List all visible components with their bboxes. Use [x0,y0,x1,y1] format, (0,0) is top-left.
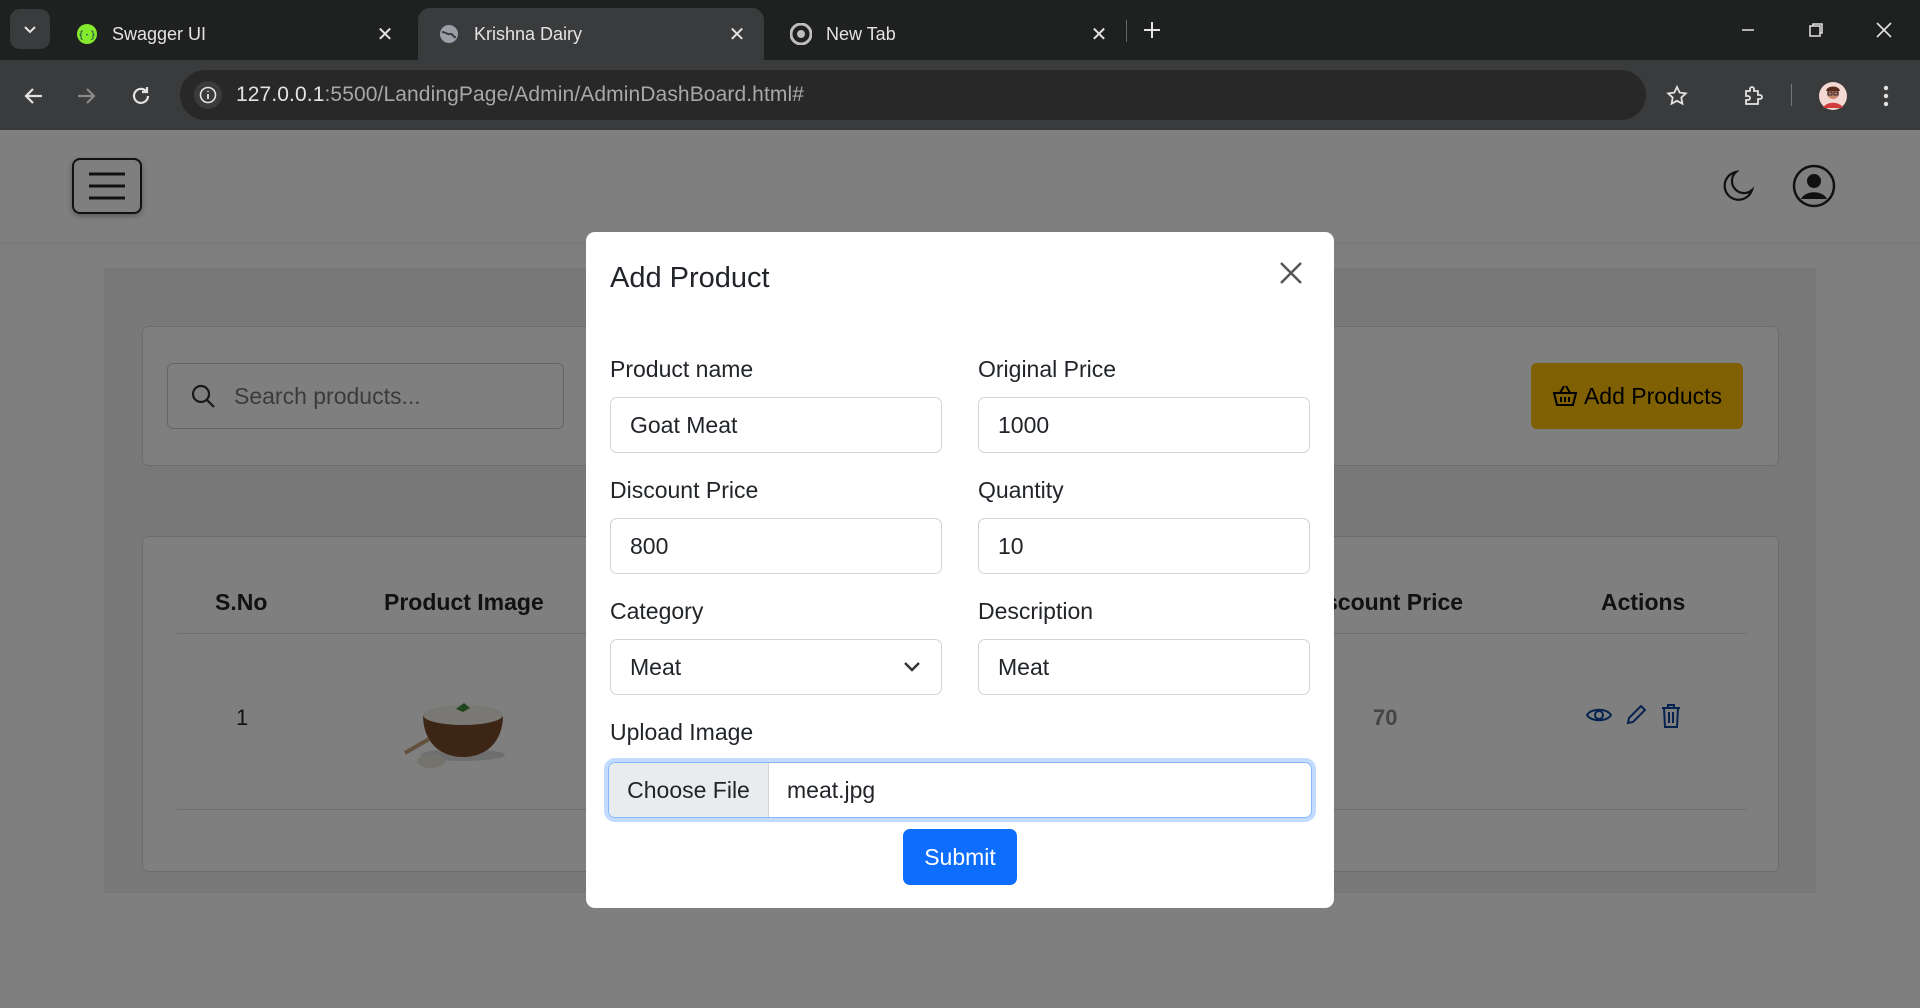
discount-price-label: Discount Price [610,477,759,503]
extensions-button[interactable] [1733,76,1773,116]
restore-icon [1809,23,1823,37]
close-tab-icon[interactable]: ✕ [726,23,748,46]
submit-button[interactable]: Submit [903,829,1017,885]
browser-toolbar: 127.0.0.1:5500/LandingPage/Admin/AdminDa… [0,60,1920,130]
quantity-input[interactable]: 10 [978,518,1310,574]
arrow-right-icon [78,88,96,104]
address-bar[interactable]: 127.0.0.1:5500/LandingPage/Admin/AdminDa… [180,70,1646,120]
kebab-menu-icon [1883,85,1889,107]
reload-button[interactable] [121,76,161,116]
restore-button[interactable] [1782,0,1850,60]
back-button[interactable] [14,76,54,116]
upload-image-label: Upload Image [610,719,754,745]
chevron-down-icon [904,662,920,672]
browser-tab-bar: {·} Swagger UI ✕ Krishna Dairy ✕ New Tab… [0,0,1920,60]
forward-button[interactable] [66,76,106,116]
bookmark-button[interactable] [1657,76,1697,116]
discount-price-input[interactable]: 800 [610,518,942,574]
original-price-label: Original Price [978,356,1117,382]
description-label: Description [978,598,1094,624]
svg-text:{·}: {·} [78,30,96,41]
minimize-icon [1742,29,1754,31]
new-tab-button[interactable] [1136,12,1168,48]
globe-icon [438,23,460,45]
profile-avatar-icon [1819,82,1847,110]
puzzle-icon [1745,86,1763,105]
add-product-modal: Add Product Product name Goat Meat Origi… [586,232,1334,908]
plus-icon [1144,22,1160,38]
product-name-label: Product name [610,356,754,382]
tab-new-tab[interactable]: New Tab ✕ [770,8,1126,60]
category-label: Category [610,598,704,624]
toolbar-divider [1791,84,1792,106]
choose-file-button[interactable]: Choose File [609,763,769,817]
site-info-icon[interactable] [194,81,222,109]
selected-file-name: meat.jpg [787,776,876,803]
tab-divider [1126,20,1127,42]
star-icon [1666,84,1688,106]
chrome-icon [790,23,812,45]
modal-title: Add Product [610,262,770,294]
minimize-button[interactable] [1714,0,1782,60]
original-price-input[interactable]: 1000 [978,397,1310,453]
product-name-input[interactable]: Goat Meat [610,397,942,453]
tab-krishna-dairy[interactable]: Krishna Dairy ✕ [418,8,764,60]
quantity-label: Quantity [978,477,1064,503]
chevron-down-icon [24,26,36,34]
close-icon [1280,262,1302,284]
menu-button[interactable] [1866,76,1906,116]
tab-title: Swagger UI [112,23,207,44]
category-select[interactable]: Meat [610,639,942,695]
close-window-button[interactable] [1850,0,1918,60]
tab-title: New Tab [826,23,896,44]
close-icon [1876,22,1892,38]
reload-icon [132,87,150,104]
profile-button[interactable] [1813,76,1853,116]
tab-title: Krishna Dairy [474,23,583,44]
swagger-icon: {·} [76,23,98,45]
tab-search-button[interactable] [10,9,50,49]
close-tab-icon[interactable]: ✕ [374,23,396,46]
close-tab-icon[interactable]: ✕ [1088,23,1110,46]
modal-close-button[interactable] [1274,256,1308,290]
description-input[interactable]: Meat [978,639,1310,695]
upload-image-input[interactable]: Choose File meat.jpg [608,762,1312,818]
url-text: 127.0.0.1:5500/LandingPage/Admin/AdminDa… [236,83,805,106]
arrow-left-icon [24,88,42,104]
tab-swagger-ui[interactable]: {·} Swagger UI ✕ [56,8,412,60]
